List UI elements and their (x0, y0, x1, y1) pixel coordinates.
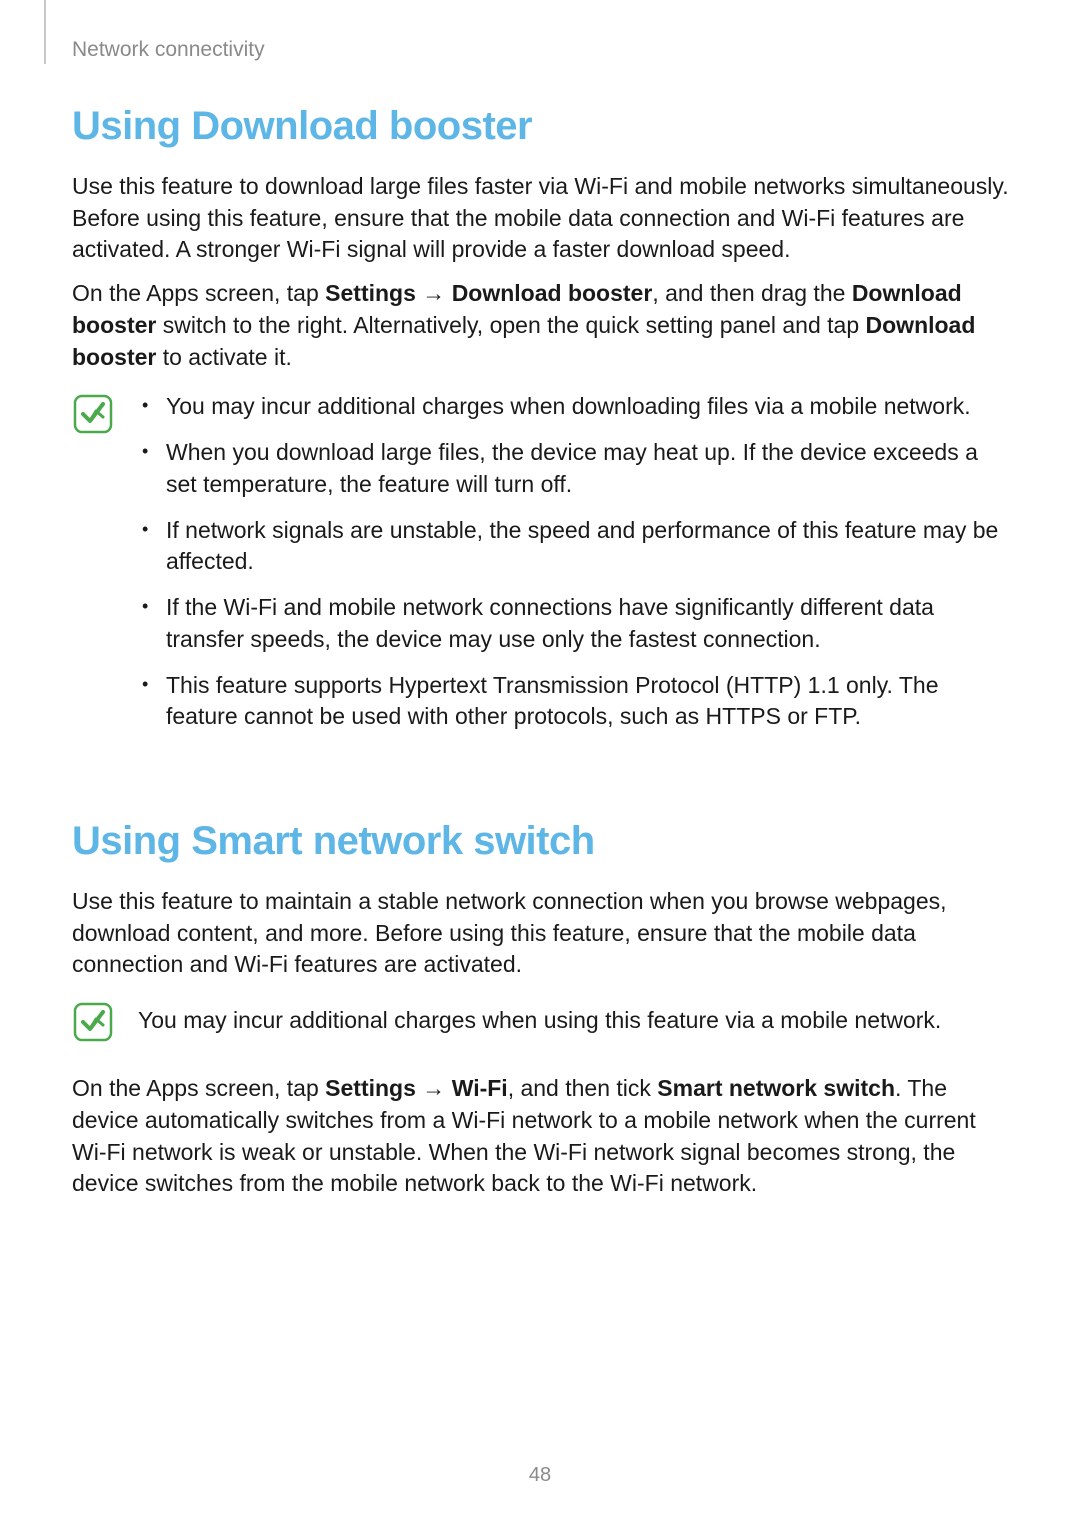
list-item: If network signals are unstable, the spe… (138, 515, 1012, 578)
body-paragraph: On the Apps screen, tap Settings → Downl… (72, 278, 1012, 373)
list-item: This feature supports Hypertext Transmis… (138, 670, 1012, 733)
body-paragraph: On the Apps screen, tap Settings → Wi-Fi… (72, 1073, 1012, 1200)
bold-download-booster: Download booster (452, 280, 653, 306)
text: switch to the right. Alternatively, open… (156, 312, 865, 338)
arrow: → (416, 280, 452, 306)
list-item: When you download large files, the devic… (138, 437, 1012, 500)
note-icon (72, 393, 114, 435)
note-content: You may incur additional charges when us… (138, 999, 1012, 1037)
running-header: Network connectivity (72, 38, 265, 62)
list-item: If the Wi-Fi and mobile network connecti… (138, 592, 1012, 655)
text: , and then drag the (652, 280, 852, 306)
bold-smart-network-switch: Smart network switch (657, 1075, 895, 1101)
section-title-download-booster: Using Download booster (72, 104, 1012, 149)
text: to activate it. (156, 344, 292, 370)
body-paragraph: Use this feature to maintain a stable ne… (72, 886, 1012, 981)
bold-wifi: Wi-Fi (452, 1075, 508, 1101)
note-block: You may incur additional charges when us… (72, 999, 1012, 1043)
note-list: You may incur additional charges when do… (138, 391, 1012, 733)
page-number: 48 (0, 1464, 1080, 1487)
section-title-smart-network-switch: Using Smart network switch (72, 819, 1012, 864)
body-paragraph: Use this feature to download large files… (72, 171, 1012, 266)
arrow: → (416, 1075, 452, 1101)
bold-settings: Settings (325, 1075, 416, 1101)
note-block: You may incur additional charges when do… (72, 391, 1012, 747)
text: On the Apps screen, tap (72, 1075, 325, 1101)
text: On the Apps screen, tap (72, 280, 325, 306)
bold-settings: Settings (325, 280, 416, 306)
list-item: You may incur additional charges when do… (138, 391, 1012, 423)
page-edge-line (44, 0, 46, 64)
note-icon (72, 1001, 114, 1043)
page-content: Using Download booster Use this feature … (72, 104, 1012, 1212)
text: , and then tick (508, 1075, 658, 1101)
note-content: You may incur additional charges when do… (138, 391, 1012, 747)
section-smart-network-switch: Using Smart network switch Use this feat… (72, 819, 1012, 1200)
